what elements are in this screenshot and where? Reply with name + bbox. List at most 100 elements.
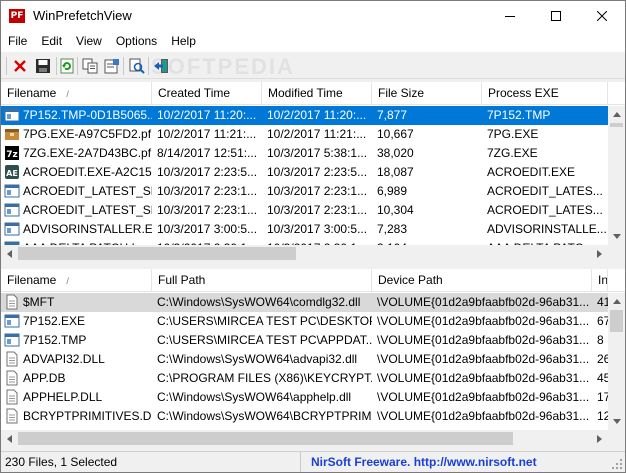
column-header-filename[interactable]: Filename / [1,82,152,105]
cell-text: BCRYPTPRIMITIVES.DLL [23,409,152,423]
maximize-icon [551,11,561,21]
table-row[interactable]: $MFT C:\Windows\SysWOW64\comdlg32.dll \VOL… [1,293,625,312]
doc-file-icon [6,351,18,367]
resize-grip-icon[interactable] [611,458,623,470]
save-button[interactable] [33,56,53,76]
scroll-right-arrow[interactable] [591,245,608,262]
column-header-file-size[interactable]: File Size [372,82,482,105]
cell-exe: 7PG.EXE [487,127,539,141]
column-header-full-path[interactable]: Full Path [152,269,372,292]
cell-exe: ADVISORINSTALLE... [487,222,607,236]
column-header-process-exe[interactable]: Process EXE [482,82,608,105]
table-row[interactable]: ACROEDIT_LATEST_SE... 10/3/2017 2:23:1...… [1,182,625,201]
cell-filename: APP.DB [1,369,152,388]
scroll-left-arrow[interactable] [1,430,18,447]
table-row[interactable]: 7P152.EXE C:\USERS\MIRCEA TEST PC\DESKTOP… [1,312,625,331]
menu-bar: File Edit View Options Help [1,31,625,52]
cell-size: 10,667 [377,127,414,141]
scroll-down-arrow[interactable] [608,413,625,430]
minimize-icon [505,16,515,17]
horizontal-scrollbar[interactable] [1,430,608,447]
title-bar[interactable]: PF WinPrefetchView [1,1,625,31]
window-title: WinPrefetchView [33,8,132,23]
window-app-icon [4,203,20,217]
cell-path: C:\USERS\MIRCEA TEST PC\DESKTOP... [157,314,372,328]
column-header-created-time[interactable]: Created Time [152,82,262,105]
save-icon [36,59,50,73]
scroll-up-arrow[interactable] [608,293,625,310]
window-app-icon [4,222,20,236]
cell-device: \VOLUME{01d2a9bfaabfb02d-96ab31... [377,295,590,309]
cell-idx: 8 [597,333,604,347]
find-button[interactable] [127,56,147,76]
minimize-button[interactable] [487,1,533,31]
cell-filename: 7P152.TMP [1,331,152,350]
menu-edit[interactable]: Edit [34,31,69,52]
cell-device: \VOLUME{01d2a9bfaabfb02d-96ab31... [377,314,590,328]
cell-modified: 10/3/2017 2:23:1... [267,203,368,217]
column-label: Filename [7,273,57,287]
cell-size: 6,989 [377,184,408,198]
refresh-icon [60,58,74,74]
table-row[interactable]: 7z 7ZG.EXE-2A7D43BC.pf 8/14/2017 12:51:...… [1,144,625,163]
scroll-thumb[interactable] [18,432,513,445]
cell-filename: 7z 7ZG.EXE-2A7D43BC.pf [1,144,152,163]
exit-button[interactable] [151,56,171,76]
table-row[interactable]: ACROEDIT_LATEST_SE... 10/3/2017 2:23:1...… [1,201,625,220]
nirsoft-link[interactable]: NirSoft Freeware. http://www.nirsoft.net [311,452,537,472]
table-row[interactable]: APPHELP.DLL C:\Windows\SysWOW64\apphelp.d… [1,388,625,407]
prefetch-files-list[interactable]: Filename / Created Time Modified Time Fil… [1,82,625,262]
pane-splitter[interactable] [1,262,625,269]
tmp-file-icon [4,108,20,122]
scroll-thumb[interactable] [610,310,623,332]
scrollbar-corner [608,430,625,447]
cell-path: C:\Windows\SysWOW64\advapi32.dll [157,352,358,366]
scroll-right-arrow[interactable] [591,430,608,447]
scroll-thumb[interactable] [18,247,296,260]
scroll-up-arrow[interactable] [608,106,625,123]
cell-size: 10,304 [377,203,414,217]
table-row[interactable]: 7P152.TMP-0D1B5065.... 10/2/2017 11:20:..… [1,106,625,125]
cell-filename: ACROEDIT_LATEST_SE... [1,182,152,201]
scroll-down-arrow[interactable] [608,228,625,245]
table-row[interactable]: 7PG.EXE-A97C5FD2.pf 10/2/2017 11:21:... 10… [1,125,625,144]
close-button[interactable] [579,1,625,31]
cell-device: \VOLUME{01d2a9bfaabfb02d-96ab31... [377,352,590,366]
column-header-device-path[interactable]: Device Path [372,269,592,292]
scroll-thumb[interactable] [610,123,623,127]
menu-view[interactable]: View [69,31,109,52]
table-row[interactable]: AE ACROEDIT.EXE-A2C15... 10/3/2017 2:23:5.… [1,163,625,182]
horizontal-scrollbar[interactable] [1,245,608,262]
delete-button[interactable] [10,56,30,76]
column-header-index[interactable]: In [592,269,608,292]
vertical-scrollbar[interactable] [608,293,625,430]
cell-filename: ADVAPI32.DLL [1,350,152,369]
toolbar-separator [6,57,7,75]
properties-button[interactable] [102,56,122,76]
table-row[interactable]: APP.DB C:\PROGRAM FILES (X86)\KEYCRYPT...… [1,369,625,388]
maximize-button[interactable] [533,1,579,31]
sort-ascending-icon: / [66,89,69,99]
cell-created: 10/3/2017 3:00:5... [157,222,258,236]
cell-text: 7P152.EXE [23,314,86,328]
column-header-filename[interactable]: Filename / [1,269,152,292]
vertical-scrollbar[interactable] [608,106,625,245]
sort-ascending-icon: / [66,276,69,286]
table-row[interactable]: BCRYPTPRIMITIVES.DLL C:\Windows\SysWOW64\… [1,407,625,426]
cell-idx: 26 [597,352,608,366]
table-row[interactable]: 7P152.TMP C:\USERS\MIRCEA TEST PC\APPDAT.… [1,331,625,350]
menu-file[interactable]: File [1,31,34,52]
cell-created: 10/3/2017 2:23:1... [157,184,258,198]
referenced-files-list[interactable]: Filename / Full Path Device Path In $MFT C… [1,269,625,447]
menu-help[interactable]: Help [164,31,203,52]
scroll-left-arrow[interactable] [1,245,18,262]
table-row[interactable]: ADVAPI32.DLL C:\Windows\SysWOW64\advapi32… [1,350,625,369]
refresh-button[interactable] [57,56,77,76]
copy-button[interactable] [80,56,100,76]
table-header: Filename / Full Path Device Path In [1,269,625,292]
toolbar-separator [123,57,124,75]
table-row[interactable]: ADVISORINSTALLER.E... 10/3/2017 3:00:5...… [1,220,625,239]
cell-filename: BCRYPTPRIMITIVES.DLL [1,407,152,426]
column-header-modified-time[interactable]: Modified Time [262,82,372,105]
menu-options[interactable]: Options [109,31,164,52]
